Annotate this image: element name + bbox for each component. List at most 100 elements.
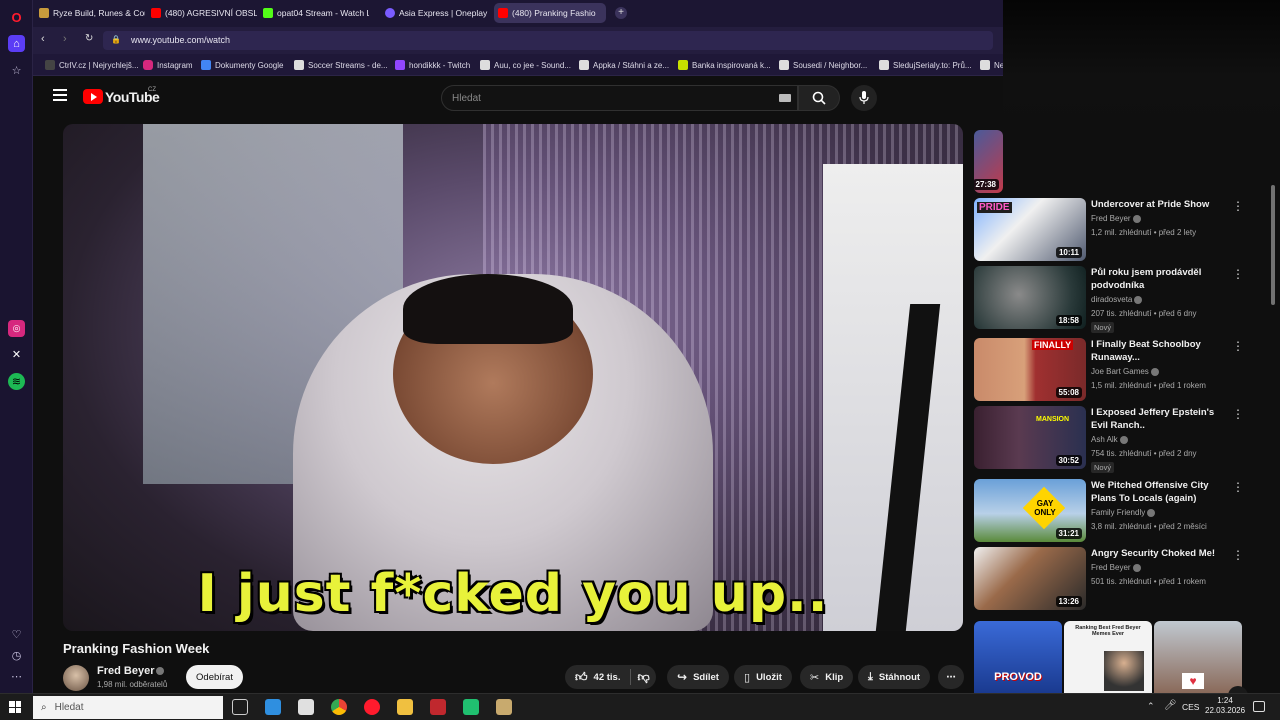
more-actions-button[interactable]: ⋯ bbox=[938, 665, 964, 689]
channel-name[interactable]: diradosveta bbox=[1091, 295, 1143, 304]
list-item[interactable]: FINALLY 55:08 I Finally Beat Schoolboy R… bbox=[974, 338, 1270, 402]
language-indicator[interactable]: CES bbox=[1182, 702, 1199, 712]
youtube-logo-icon[interactable] bbox=[83, 89, 103, 104]
notification-icon[interactable] bbox=[1253, 701, 1265, 712]
chrome-icon[interactable] bbox=[331, 699, 347, 715]
new-tab-icon[interactable]: + bbox=[615, 7, 627, 19]
more-vert-icon[interactable]: ⋮ bbox=[1232, 200, 1244, 214]
opera-icon[interactable] bbox=[364, 699, 380, 715]
search-button[interactable] bbox=[798, 85, 840, 111]
store-icon[interactable] bbox=[298, 699, 314, 715]
video-title[interactable]: Angry Security Choked Me! bbox=[1091, 547, 1231, 560]
chevron-up-icon[interactable]: ⌃ bbox=[1147, 701, 1155, 712]
heart-icon[interactable]: ♡ bbox=[8, 626, 25, 643]
clock[interactable]: 1:24 22.03.2026 bbox=[1205, 696, 1245, 716]
video-thumbnail[interactable]: MANSION 30:52 bbox=[974, 406, 1086, 469]
channel-name[interactable]: Fred Beyer bbox=[97, 665, 165, 677]
instagram-icon[interactable]: ◎ bbox=[8, 320, 25, 337]
channel-name[interactable]: Ash Alk bbox=[1091, 435, 1128, 444]
bookmark-item[interactable]: Dokumenty Google bbox=[201, 58, 283, 72]
video-title[interactable]: Půl roku jsem prodávděl podvodníka bbox=[1091, 266, 1231, 292]
like-icon[interactable]: 👍︎ bbox=[575, 670, 588, 685]
more-vert-icon[interactable]: ⋮ bbox=[1232, 408, 1244, 422]
microphone-icon[interactable]: 🎤︎ bbox=[1164, 700, 1177, 711]
video-title[interactable]: We Pitched Offensive City Plans To Local… bbox=[1091, 479, 1231, 505]
reload-icon[interactable]: ↻ bbox=[85, 33, 93, 44]
bookmark-item[interactable]: Soccer Streams - de... bbox=[294, 58, 388, 72]
widgets-icon[interactable] bbox=[265, 699, 281, 715]
download-button[interactable]: ⤓ Stáhnout bbox=[858, 665, 931, 689]
tab-agresivni[interactable]: (480) AGRESIVNÍ OBSLUH bbox=[147, 3, 257, 23]
bookmark-item[interactable]: Ne bbox=[980, 58, 1004, 72]
home-icon[interactable]: ⌂ bbox=[8, 35, 25, 52]
more-vert-icon[interactable]: ⋮ bbox=[1232, 268, 1244, 282]
keyboard-icon[interactable] bbox=[779, 94, 791, 102]
scrollbar[interactable] bbox=[1271, 185, 1275, 305]
video-thumbnail[interactable]: 13:26 bbox=[974, 547, 1086, 610]
bookmark-item[interactable]: Appka / Stáhni a ze... bbox=[579, 58, 669, 72]
more-vert-icon[interactable]: ⋮ bbox=[1232, 340, 1244, 354]
video-thumbnail[interactable]: GAY ONLY 31:21 bbox=[974, 479, 1086, 542]
channel-name[interactable]: Fred Beyer bbox=[1091, 563, 1141, 572]
bookmark-item[interactable]: CtrlV.cz | Nejrychlejš... bbox=[45, 58, 139, 72]
opera-logo-icon[interactable]: O bbox=[8, 9, 25, 26]
channel-name[interactable]: Family Friendly bbox=[1091, 508, 1156, 517]
forward-icon[interactable]: › bbox=[63, 33, 67, 45]
subscribe-button[interactable]: Odebírat bbox=[186, 665, 243, 689]
x-icon[interactable]: ✕ bbox=[8, 346, 25, 363]
bookmark-item[interactable]: Sousedi / Neighbor... bbox=[779, 58, 867, 72]
search-input[interactable]: Hledat bbox=[441, 85, 798, 111]
video-title[interactable]: Undercover at Pride Show bbox=[1091, 198, 1231, 211]
league-client-icon[interactable] bbox=[496, 699, 512, 715]
bookmark-item[interactable]: hondikkk - Twitch bbox=[395, 58, 470, 72]
channel-name[interactable]: Joe Bart Games bbox=[1091, 367, 1159, 376]
history-icon[interactable]: ◷ bbox=[8, 647, 25, 664]
task-view-icon[interactable] bbox=[232, 699, 248, 715]
tab-ryze[interactable]: Ryze Build, Runes & Coun bbox=[35, 3, 145, 23]
bookmark-item[interactable]: Auu, co jee - Sound... bbox=[480, 58, 571, 72]
like-count[interactable]: 42 tis. bbox=[594, 672, 621, 683]
file-explorer-icon[interactable] bbox=[397, 699, 413, 715]
windows-start-icon[interactable] bbox=[9, 701, 21, 713]
clip-button[interactable]: ✂ Klip bbox=[800, 665, 854, 689]
tab-oneplay[interactable]: Asia Express | Oneplay bbox=[381, 3, 491, 23]
channel-name[interactable]: Fred Beyer bbox=[1091, 214, 1141, 223]
app-icon[interactable] bbox=[463, 699, 479, 715]
spotify-icon[interactable]: ≋ bbox=[8, 373, 25, 390]
video-thumbnail[interactable]: PRIDE 10:11 bbox=[974, 198, 1086, 261]
more-vert-icon[interactable]: ⋮ bbox=[1232, 549, 1244, 563]
bookmark-item[interactable]: Banka inspirovaná k... bbox=[678, 58, 771, 72]
dislike-icon[interactable]: 👎︎ bbox=[637, 670, 649, 685]
short-thumbnail[interactable]: ♥ bbox=[1154, 621, 1242, 693]
save-button[interactable]: ▯ Uložit bbox=[734, 665, 792, 689]
back-icon[interactable]: ‹ bbox=[41, 33, 45, 45]
video-thumbnail[interactable]: 27:38 bbox=[974, 130, 1003, 193]
video-player[interactable]: I just f*cked you up.. bbox=[63, 124, 963, 631]
more-vert-icon[interactable]: ⋮ bbox=[1232, 481, 1244, 495]
bookmark-item[interactable]: SledujSerialy.to: Prů... bbox=[879, 58, 972, 72]
list-item[interactable]: 27:38 bbox=[974, 130, 1270, 194]
star-icon[interactable]: ☆ bbox=[8, 62, 25, 79]
menu-icon[interactable] bbox=[53, 89, 67, 101]
video-thumbnail[interactable]: 18:58 bbox=[974, 266, 1086, 329]
list-item[interactable]: MANSION 30:52 I Exposed Jeffery Epstein'… bbox=[974, 406, 1270, 473]
more-icon[interactable]: ⋯ bbox=[8, 668, 25, 685]
short-thumbnail[interactable]: PROVOD bbox=[974, 621, 1062, 693]
list-item[interactable]: PRIDE 10:11 Undercover at Pride Show Fre… bbox=[974, 198, 1270, 262]
share-button[interactable]: ↪ Sdílet bbox=[667, 665, 729, 689]
tab-kick[interactable]: opat04 Stream - Watch Li bbox=[259, 3, 369, 23]
url-bar[interactable]: 🔒 www.youtube.com/watch bbox=[103, 31, 993, 50]
list-item[interactable]: 18:58 Půl roku jsem prodávděl podvodníka… bbox=[974, 266, 1270, 333]
list-item[interactable]: GAY ONLY 31:21 We Pitched Offensive City… bbox=[974, 479, 1270, 543]
list-item[interactable]: 13:26 Angry Security Choked Me! Fred Bey… bbox=[974, 547, 1270, 611]
tab-pranking-active[interactable]: (480) Pranking Fashio bbox=[494, 3, 606, 23]
voice-search-button[interactable] bbox=[851, 85, 877, 111]
taskbar-search-input[interactable]: ⌕ Hledat bbox=[33, 696, 223, 719]
app-icon[interactable] bbox=[430, 699, 446, 715]
short-thumbnail[interactable]: Ranking Best Fred Beyer Memes Ever bbox=[1064, 621, 1152, 693]
video-title[interactable]: I Exposed Jeffery Epstein's Evil Ranch.. bbox=[1091, 406, 1231, 432]
channel-avatar[interactable] bbox=[63, 665, 89, 691]
video-title[interactable]: I Finally Beat Schoolboy Runaway... bbox=[1091, 338, 1231, 364]
bookmark-item[interactable]: Instagram bbox=[143, 58, 193, 72]
video-thumbnail[interactable]: FINALLY 55:08 bbox=[974, 338, 1086, 401]
